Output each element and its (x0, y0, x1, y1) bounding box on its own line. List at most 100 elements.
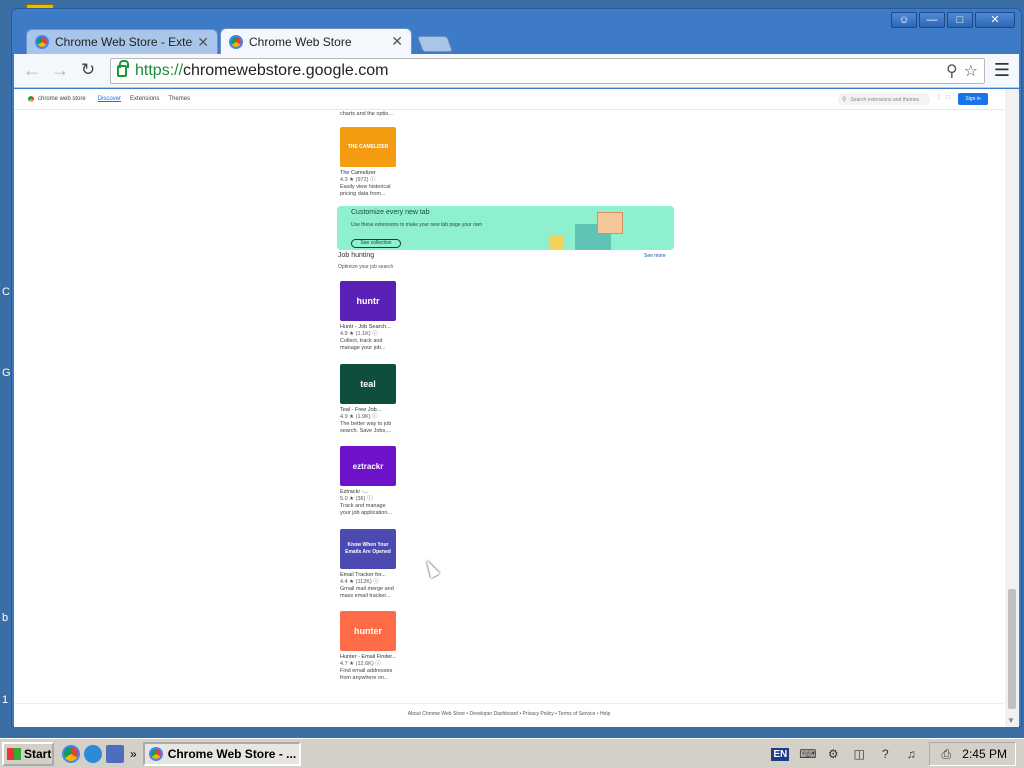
extension-card[interactable]: eztrackr Eztrackr -... 5.0 ★ (36) ⓘ Trac… (340, 446, 398, 517)
sign-in-button[interactable]: Sign in (958, 93, 988, 105)
store-footer[interactable]: About Chrome Web Store • Developer Dashb… (14, 703, 1004, 723)
quick-launch (62, 744, 124, 763)
tab-title: Chrome Web Store (249, 34, 352, 49)
back-arrow-icon[interactable]: ← (20, 59, 44, 83)
nav-themes[interactable]: Themes (168, 96, 190, 102)
tab-extensions[interactable]: Chrome Web Store - Extensio ✕ (26, 29, 218, 54)
partial-card-text: charts and the optio... (340, 111, 398, 118)
extension-card[interactable]: huntr Huntr - Job Search... 4.9 ★ (1.1K)… (340, 281, 398, 352)
collection-banner[interactable]: Customize every new tab Use these extens… (337, 206, 674, 250)
web-store-logo-icon[interactable] (28, 96, 34, 102)
language-indicator[interactable]: EN (771, 747, 790, 761)
extension-card[interactable]: hunter Hunter - Email Finder... 4.7 ★ (1… (340, 611, 398, 682)
card-name: The Camelizer (340, 170, 376, 176)
card-name: Eztrackr -... (340, 489, 369, 495)
card-description: your job application... (340, 510, 392, 516)
tab-close-icon[interactable]: ✕ (197, 34, 209, 51)
display-icon[interactable]: ◫ (851, 746, 867, 762)
thumb-text: teal (360, 378, 376, 389)
see-more-link[interactable]: See more (644, 253, 666, 259)
scrollbar-thumb[interactable] (1008, 589, 1016, 709)
apps-grid-icon[interactable]: ∷ (946, 94, 950, 101)
card-name: Hunter - Email Finder... (340, 654, 397, 660)
new-tab-button[interactable] (417, 36, 453, 52)
card-description: The better way to job (340, 421, 392, 427)
card-rating: 4.7 ★ (12.6K) ⓘ (340, 661, 381, 667)
chrome-favicon-icon (35, 35, 49, 49)
section-subtitle: Optimize your job search (338, 264, 394, 270)
card-description: Collect, track and (340, 338, 383, 344)
desktop-edge-letter: G (2, 367, 11, 379)
help-icon[interactable]: ? (877, 746, 893, 762)
card-rating: 4.3 ★ (972) ⓘ (340, 177, 376, 183)
card-description: Gmail mail merge and (340, 586, 394, 592)
reload-icon[interactable]: ↻ (76, 59, 100, 83)
star-icon[interactable]: ☆ (964, 61, 978, 81)
card-description: Easily view historical (340, 184, 391, 190)
card-thumbnail: eztrackr (340, 446, 396, 486)
card-thumbnail: teal (340, 364, 396, 404)
tab-chrome-web-store[interactable]: Chrome Web Store ✕ (220, 28, 412, 54)
thumb-text: huntr (356, 295, 380, 306)
card-description: mass email tracker... (340, 593, 391, 599)
chrome-window: ☺ — □ ✕ Chrome Web Store - Extensio ✕ Ch… (11, 8, 1022, 727)
extension-card-camelizer[interactable]: THE CAMELIZER The Camelizer 4.3 ★ (972) … (340, 127, 398, 198)
url-scheme: https:// (135, 61, 184, 79)
clock-area: ⎙ 2:45 PM (929, 742, 1016, 766)
desktop-edge-letter: 1 (2, 694, 9, 706)
page-viewport: chrome web store Discover Extensions The… (14, 89, 1019, 727)
more-options-icon[interactable]: ⋮ (936, 94, 942, 101)
thumb-text: hunter (354, 625, 382, 636)
thumb-text: THE CAMELIZER (347, 143, 389, 150)
address-bar[interactable]: https:// chromewebstore.google.com ⚲ ☆ (110, 57, 985, 84)
internet-explorer-icon[interactable] (84, 744, 102, 763)
search-icon[interactable]: ⚲ (946, 61, 958, 81)
store-search-input[interactable]: ⚲ Search extensions and themes (838, 94, 930, 105)
menu-icon[interactable]: ☰ (991, 60, 1013, 82)
card-thumbnail: THE CAMELIZER (340, 127, 396, 167)
card-thumbnail: hunter (340, 611, 396, 651)
card-rating: 4.9 ★ (1.1K) ⓘ (340, 331, 378, 337)
see-collection-button[interactable]: See collection (351, 239, 401, 248)
start-button[interactable]: Start (2, 741, 54, 766)
chrome-icon[interactable] (62, 744, 80, 763)
section-title: Job hunting (338, 252, 375, 259)
search-placeholder: Search extensions and themes (850, 96, 920, 103)
speaker-icon[interactable]: ♫ (903, 746, 919, 762)
taskbar-window-button[interactable]: Chrome Web Store - ... (142, 741, 301, 766)
card-name: Teal - Free Job... (340, 407, 382, 413)
network-icon[interactable]: ⚙ (825, 746, 841, 762)
store-name[interactable]: chrome web store (38, 96, 86, 102)
card-name: Email Tracker for... (340, 572, 386, 578)
extension-card[interactable]: teal Teal - Free Job... 4.9 ★ (1.9K) ⓘ T… (340, 364, 398, 435)
store-header: chrome web store Discover Extensions The… (14, 89, 1004, 110)
keyboard-icon[interactable]: ⌨ (799, 746, 816, 762)
minimize-icon[interactable]: — (919, 12, 945, 28)
vertical-scrollbar[interactable]: ▼ (1005, 89, 1019, 727)
desktop-edge-letter: b (2, 612, 9, 624)
extension-card[interactable]: Know When Your Emails Are Opened Email T… (340, 529, 398, 600)
tab-close-icon[interactable]: ✕ (391, 33, 403, 50)
system-tray: EN ⌨ ⚙ ◫ ? ♫ ⎙ 2:45 PM (771, 741, 1024, 767)
windows-logo-icon (7, 747, 21, 760)
card-description: from anywhere on... (340, 675, 389, 681)
desktop-edge-letter: C (2, 286, 10, 298)
person-icon[interactable]: ☺ (891, 12, 917, 28)
banner-illustration (597, 212, 623, 234)
app-icon[interactable] (106, 744, 124, 763)
nav-extensions[interactable]: Extensions (130, 96, 159, 102)
nav-discover[interactable]: Discover (98, 96, 121, 102)
card-description: search. Save Jobs,... (340, 428, 392, 434)
window-controls: ☺ — □ ✕ (891, 12, 1015, 28)
forward-arrow-icon[interactable]: → (48, 59, 72, 83)
quick-launch-chevron[interactable]: » (130, 747, 137, 761)
card-rating: 5.0 ★ (36) ⓘ (340, 496, 373, 502)
maximize-icon[interactable]: □ (947, 12, 973, 28)
printer-icon[interactable]: ⎙ (938, 746, 954, 762)
card-description: pricing data from... (340, 191, 386, 197)
taskbar: Start » Chrome Web Store - ... EN ⌨ ⚙ ◫ … (0, 738, 1024, 768)
clock[interactable]: 2:45 PM (962, 747, 1007, 761)
scroll-down-icon[interactable]: ▼ (1007, 716, 1015, 725)
close-icon[interactable]: ✕ (975, 12, 1015, 28)
card-description: Track and manage (340, 503, 386, 509)
